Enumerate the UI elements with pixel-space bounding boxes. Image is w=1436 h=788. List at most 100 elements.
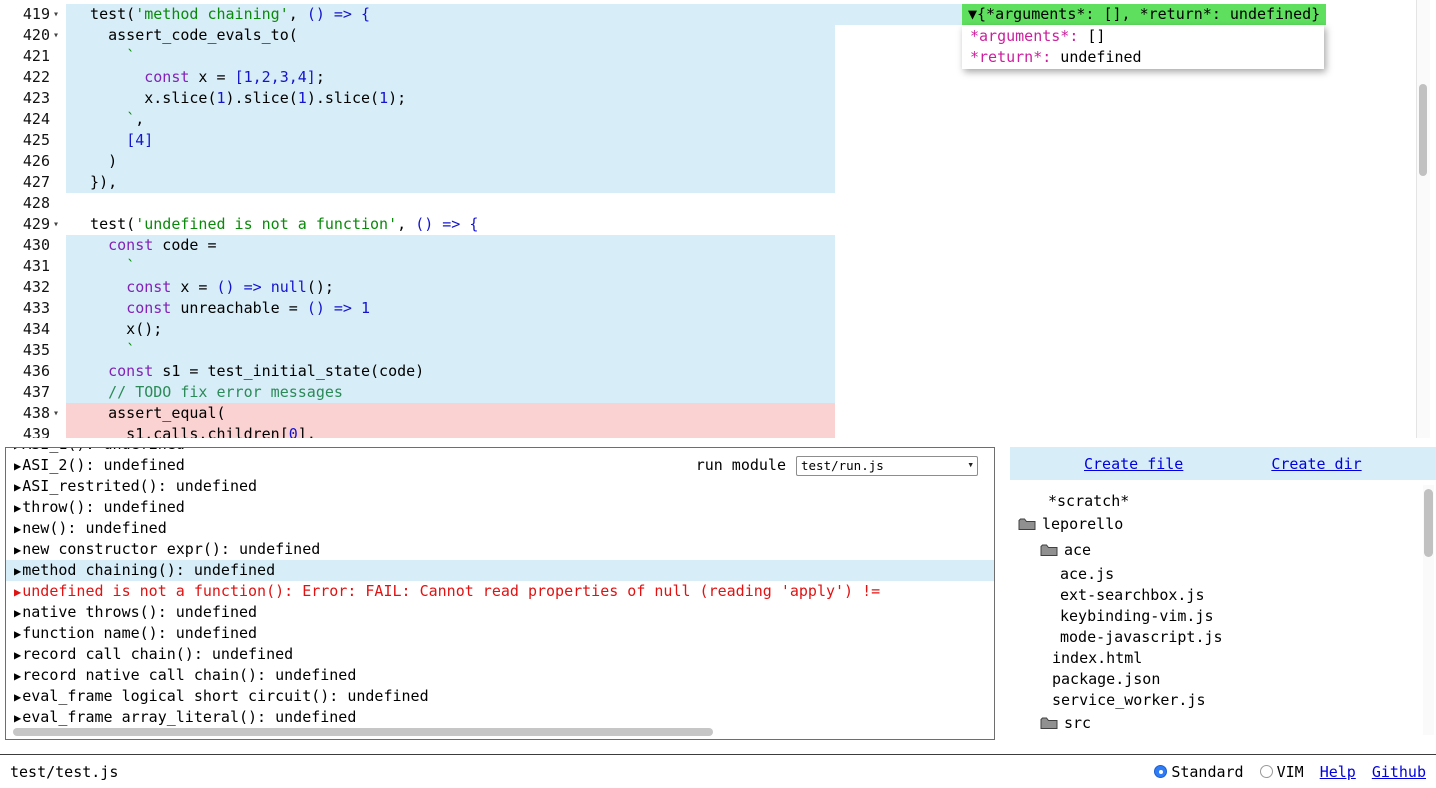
radio-selected-icon[interactable] [1154,765,1167,778]
console-row-text: function name(): undefined [22,624,257,642]
github-link[interactable]: Github [1372,763,1426,781]
code-line[interactable]: 436 const s1 = test_initial_state(code) [0,361,1414,382]
console-row[interactable]: ▶undefined is not a function(): Error: F… [6,581,995,602]
gutter: 431 [0,256,66,277]
code-token: ` [126,110,135,128]
console-row[interactable]: ▶throw(): undefined [6,497,995,518]
fold-marker-icon[interactable]: ▾ [53,403,66,424]
file-tree-item[interactable]: ace.js [1010,563,1436,584]
keybinding-standard-option[interactable]: Standard [1154,763,1243,781]
code-token: ` [126,47,135,65]
code-token [72,236,108,254]
fold-marker-icon[interactable]: ▾ [53,214,66,235]
console-horizontal-scrollbar-thumb[interactable] [13,728,713,736]
file-tree-item[interactable]: index.html [1010,647,1436,668]
file-tree-item[interactable]: keybinding-vim.js [1010,605,1436,626]
console-row[interactable]: ▶eval_frame logical short circuit(): und… [6,686,995,707]
expand-triangle-icon[interactable]: ▶ [14,690,22,704]
code-line-content: ` [72,340,135,361]
code-line[interactable]: 424 `, [0,109,1414,130]
code-line-content: test('undefined is not a function', () =… [72,214,478,235]
expand-triangle-icon[interactable]: ▶ [14,480,22,494]
expand-triangle-icon[interactable]: ▶ [14,522,22,536]
line-number: 424 [0,109,50,130]
console-row[interactable]: ▶native throws(): undefined [6,602,995,623]
file-tree-item[interactable]: *scratch* [1010,490,1436,511]
run-module-select[interactable]: test/run.js [796,456,978,476]
code-line[interactable]: 431 ` [0,256,1414,277]
file-tree-item[interactable]: package.json [1010,668,1436,689]
file-tree-item[interactable]: leporello [1010,511,1436,537]
gutter: 420▾ [0,25,66,46]
file-tree-item[interactable]: ext-searchbox.js [1010,584,1436,605]
code-line[interactable]: 435 ` [0,340,1414,361]
code-line[interactable]: 423 x.slice(1).slice(1).slice(1); [0,88,1414,109]
expand-triangle-icon[interactable]: ▶ [14,447,22,452]
code-token: () => [307,299,361,317]
tooltip-arguments-row: *arguments*: [] [970,26,1316,47]
code-line[interactable]: 428 [0,193,1414,214]
code-line[interactable]: 434 x(); [0,319,1414,340]
files-scrollbar-thumb[interactable] [1424,489,1433,557]
code-line[interactable]: 432 const x = () => null(); [0,277,1414,298]
code-line[interactable]: 419▾ test('method chaining', () => {▼{*a… [0,4,1414,25]
inline-result-chip[interactable]: ▼{*arguments*: [], *return*: undefined} [962,4,1326,25]
code-line[interactable]: 426 ) [0,151,1414,172]
radio-unselected-icon[interactable] [1260,765,1273,778]
expand-triangle-icon[interactable]: ▶ [14,606,22,620]
console-row[interactable]: ▶function name(): undefined [6,623,995,644]
code-token: , [397,215,415,233]
code-line[interactable]: 429▾ test('undefined is not a function',… [0,214,1414,235]
file-tree-item-label: package.json [1052,670,1160,688]
expand-triangle-icon[interactable]: ▶ [14,648,22,662]
expand-triangle-icon[interactable]: ▶ [14,627,22,641]
console-row[interactable]: ▶new(): undefined [6,518,995,539]
code-line[interactable]: 425 [4] [0,130,1414,151]
gutter: 430 [0,235,66,256]
keybinding-vim-option[interactable]: VIM [1260,763,1304,781]
file-tree-item-label: src [1064,714,1091,732]
console-row[interactable]: ▶new constructor expr(): undefined [6,539,995,560]
expand-triangle-icon[interactable]: ▶ [14,585,22,599]
fold-marker-icon[interactable]: ▾ [53,25,66,46]
editor-vertical-scrollbar[interactable] [1416,0,1430,438]
file-tree-item[interactable]: mode-javascript.js [1010,626,1436,647]
gutter: 438▾ [0,403,66,424]
code-editor[interactable]: 419▾ test('method chaining', () => {▼{*a… [0,0,1414,438]
help-link[interactable]: Help [1320,763,1356,781]
code-token: x(); [72,320,162,338]
code-line[interactable]: 430 const code = [0,235,1414,256]
code-line-content: const x = [1,2,3,4]; [72,67,325,88]
expand-triangle-icon[interactable]: ▶ [14,564,22,578]
create-dir-link[interactable]: Create dir [1271,455,1361,473]
fold-marker-icon[interactable]: ▾ [53,4,66,25]
expand-triangle-icon[interactable]: ▶ [14,501,22,515]
line-highlight [66,151,835,172]
code-line[interactable]: 439 s1.calls.children[0], [0,424,1414,438]
code-line[interactable]: 433 const unreachable = () => 1 [0,298,1414,319]
code-token: const [144,68,189,86]
file-tree-item[interactable]: ast_utils.js [1010,736,1436,740]
console-row[interactable]: ▶record native call chain(): undefined [6,665,995,686]
console-row[interactable]: ▶method chaining(): undefined [6,560,995,581]
file-tree-item[interactable]: service_worker.js [1010,689,1436,710]
code-token: assert_equal( [72,404,226,422]
code-line[interactable]: 427 }), [0,172,1414,193]
console-row[interactable]: ▶ASI_restrited(): undefined [6,476,995,497]
console-row[interactable]: ▶eval_frame array_literal(): undefined [6,707,995,728]
expand-triangle-icon[interactable]: ▶ [14,669,22,683]
console-row[interactable]: ▶ASI_1(): undefined [6,447,995,455]
editor-scrollbar-thumb[interactable] [1419,84,1427,176]
code-line[interactable]: 437 // TODO fix error messages [0,382,1414,403]
code-line[interactable]: 422 const x = [1,2,3,4]; [0,67,1414,88]
console-row-text: record call chain(): undefined [22,645,293,663]
expand-triangle-icon[interactable]: ▶ [14,711,22,725]
code-token: const [108,362,153,380]
expand-triangle-icon[interactable]: ▶ [14,543,22,557]
code-line[interactable]: 438▾ assert_equal( [0,403,1414,424]
file-tree-item[interactable]: ace [1010,537,1436,563]
console-row[interactable]: ▶record call chain(): undefined [6,644,995,665]
expand-triangle-icon[interactable]: ▶ [14,459,22,473]
create-file-link[interactable]: Create file [1084,455,1183,473]
file-tree-item[interactable]: src [1010,710,1436,736]
